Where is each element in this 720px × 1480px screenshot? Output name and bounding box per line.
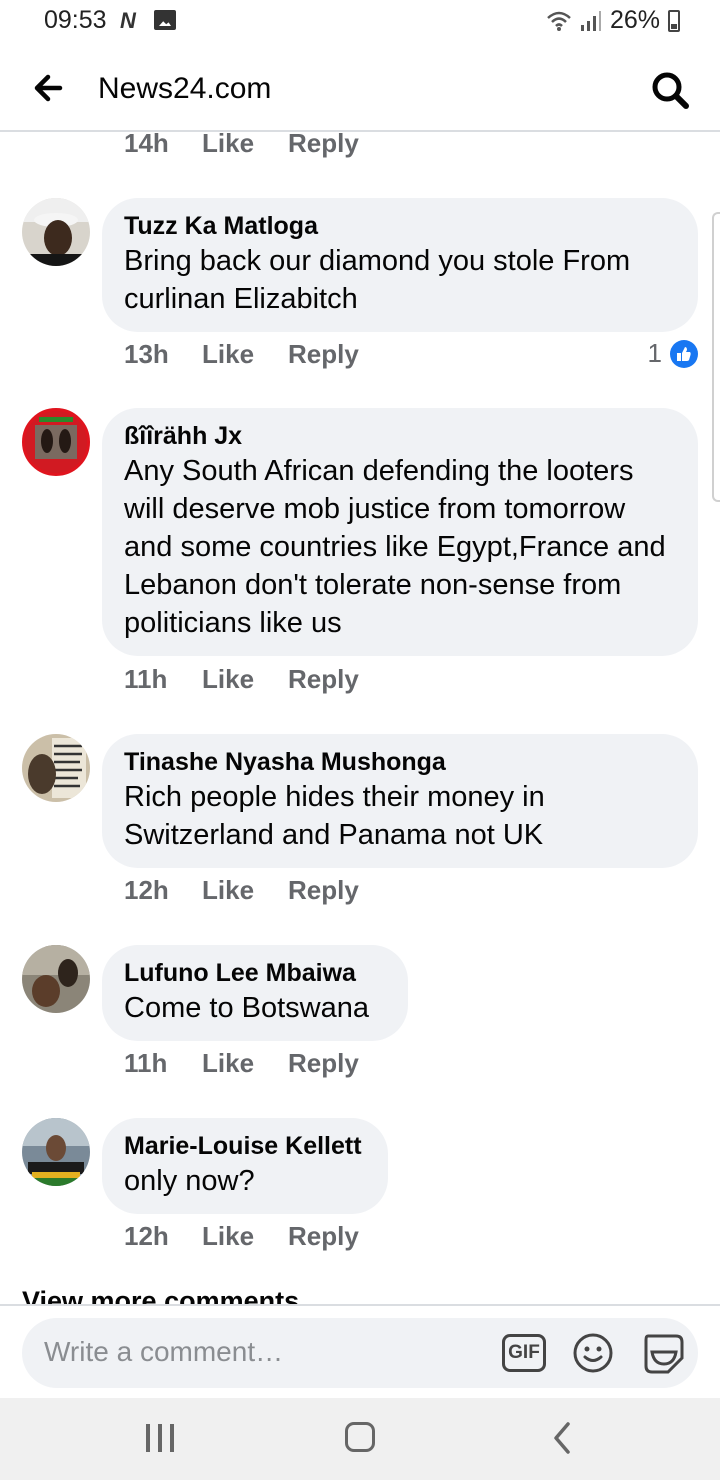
reaction-summary[interactable]: 1 [648,338,698,369]
reaction-count: 1 [647,338,662,368]
like-button[interactable]: Like [202,875,288,906]
avatar[interactable] [22,734,90,802]
comment-bubble: Lufuno Lee Mbaiwa Come to Botswana [102,945,408,1041]
gallery-notification-icon [154,10,176,30]
recent-apps-icon[interactable] [146,1424,174,1452]
arrow-left-icon[interactable] [30,70,70,106]
app-header: News24.com [0,44,720,132]
comment-time: 11h [124,664,168,694]
reply-button[interactable]: Reply [288,132,359,159]
reply-button[interactable]: Reply [288,339,359,370]
page-title: News24.com [98,72,272,105]
status-right: 26% [546,6,680,35]
comment-author[interactable]: Tuzz Ka Matloga [124,210,676,242]
like-button[interactable]: Like [202,1221,288,1252]
comment-author[interactable]: Lufuno Lee Mbaiwa [124,957,386,989]
like-button[interactable]: Like [202,1048,288,1079]
comment-bubble: Tuzz Ka Matloga Bring back our diamond y… [102,198,698,332]
status-bar: 09:53 N 26% [0,0,720,44]
comment-text: Rich people hides their money in Switzer… [124,781,545,851]
comment-meta: 13h Like Reply [124,339,359,370]
view-more-comments[interactable]: View more comments [22,1286,299,1304]
smiley-icon[interactable] [572,1332,614,1374]
reply-button[interactable]: Reply [288,875,359,906]
comment-meta: 12h Like Reply [124,1221,359,1252]
like-button[interactable]: Like [202,132,288,159]
comment-composer: Write a comment… GIF [0,1304,720,1398]
reply-button[interactable]: Reply [288,664,359,695]
comment-text: Any South African defending the looters … [124,455,666,639]
comment-author[interactable]: ßîîrähh Jx [124,420,676,452]
comments-feed[interactable]: 14h Like Reply Tuzz Ka Matloga Bring bac… [0,132,720,1304]
notification-n-icon: N [120,8,136,33]
battery-percent: 26% [609,6,660,34]
sticker-icon[interactable] [640,1330,686,1376]
comment-text: Bring back our diamond you stole From cu… [124,245,631,315]
comment-meta: 14h Like Reply [124,132,359,159]
status-time: 09:53 [44,6,107,34]
comment-text: Come to Botswana [124,992,370,1024]
comment-meta: 11h Like Reply [124,1048,359,1079]
comment-bubble: ßîîrähh Jx Any South African defending t… [102,408,698,656]
avatar[interactable] [22,198,90,266]
avatar[interactable] [22,408,90,476]
comment-time: 11h [124,1048,168,1078]
scrollbar[interactable] [712,212,720,502]
like-button[interactable]: Like [202,339,288,370]
gif-icon[interactable]: GIF [502,1334,546,1372]
comment-input[interactable]: Write a comment… GIF [22,1318,698,1388]
comment-time: 12h [124,1221,169,1251]
like-button[interactable]: Like [202,664,288,695]
battery-icon [668,9,680,32]
comment-bubble: Marie-Louise Kellett only now? [102,1118,388,1214]
comment-text: only now? [124,1165,255,1197]
search-icon[interactable] [650,70,690,110]
comment-time: 13h [124,339,169,369]
comment-meta: 11h Like Reply [124,664,359,695]
home-icon[interactable] [345,1422,375,1452]
signal-icon [580,10,601,31]
reply-button[interactable]: Reply [288,1221,359,1252]
wifi-icon [547,11,571,31]
avatar[interactable] [22,945,90,1013]
reply-button[interactable]: Reply [288,1048,359,1079]
avatar[interactable] [22,1118,90,1186]
back-chevron-icon[interactable] [550,1418,574,1458]
comment-time: 12h [124,875,169,905]
comment-bubble: Tinashe Nyasha Mushonga Rich people hide… [102,734,698,868]
comment-author[interactable]: Marie-Louise Kellett [124,1130,366,1162]
comment-time: 14h [124,132,169,158]
thumbs-up-icon [670,339,698,368]
comment-author[interactable]: Tinashe Nyasha Mushonga [124,746,676,778]
comment-input-placeholder: Write a comment… [44,1336,284,1367]
comment-meta: 12h Like Reply [124,875,359,906]
system-nav-bar [0,1398,720,1480]
